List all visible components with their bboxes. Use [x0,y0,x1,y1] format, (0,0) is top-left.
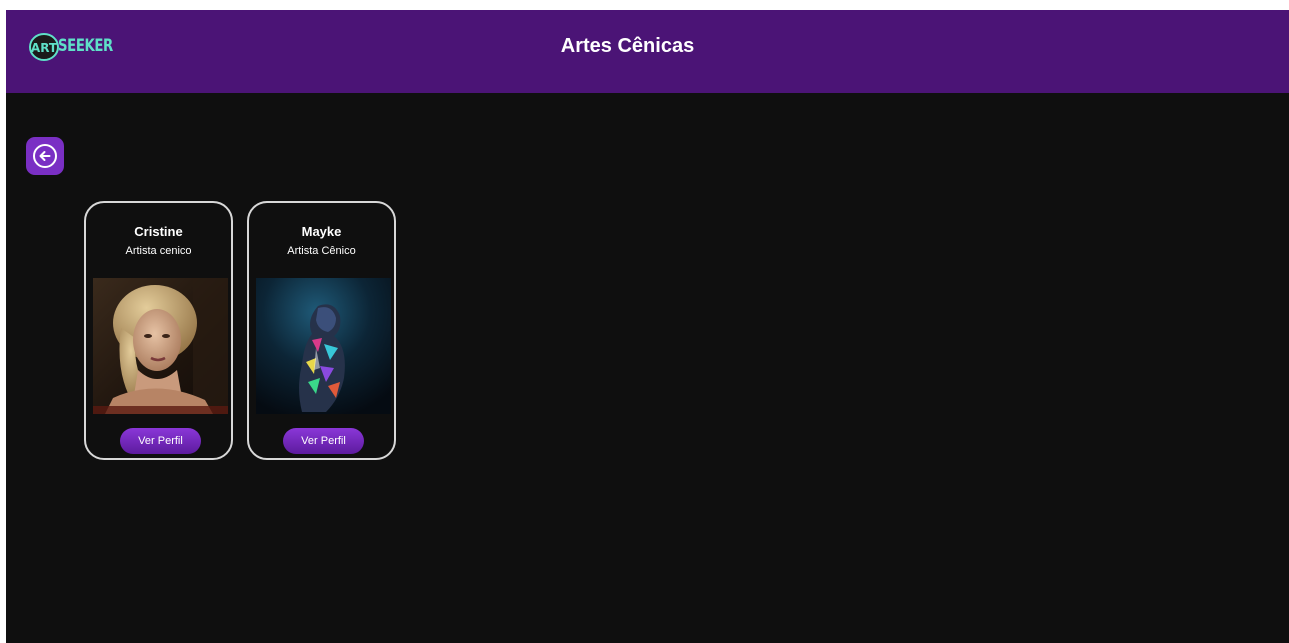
artist-name: Cristine [134,224,183,239]
app-frame: ART SEEKER Artes Cênicas Cristine Artist… [6,10,1289,643]
view-profile-button[interactable]: Ver Perfil [283,428,364,454]
top-header: ART SEEKER Artes Cênicas [6,10,1289,93]
performer-photo-image [256,278,391,414]
page-title: Artes Cênicas [560,35,695,57]
artist-name: Mayke [301,224,342,239]
back-button[interactable] [26,137,64,175]
artist-role: Artista Cênico [287,245,356,257]
view-profile-button[interactable]: Ver Perfil [120,428,201,454]
arrow-left-circle-icon [33,144,57,168]
artist-card-mayke: Mayke Artista Cênico Ver Perfil [247,201,396,460]
artist-card-list: Cristine Artista cenico Ver Perfil Mayke… [84,201,396,460]
artist-role: Artista cenico [125,245,192,257]
artist-photo [256,278,391,414]
portrait-photo-image [93,278,228,414]
artist-card-cristine: Cristine Artista cenico Ver Perfil [84,201,233,460]
artist-photo [93,278,228,414]
